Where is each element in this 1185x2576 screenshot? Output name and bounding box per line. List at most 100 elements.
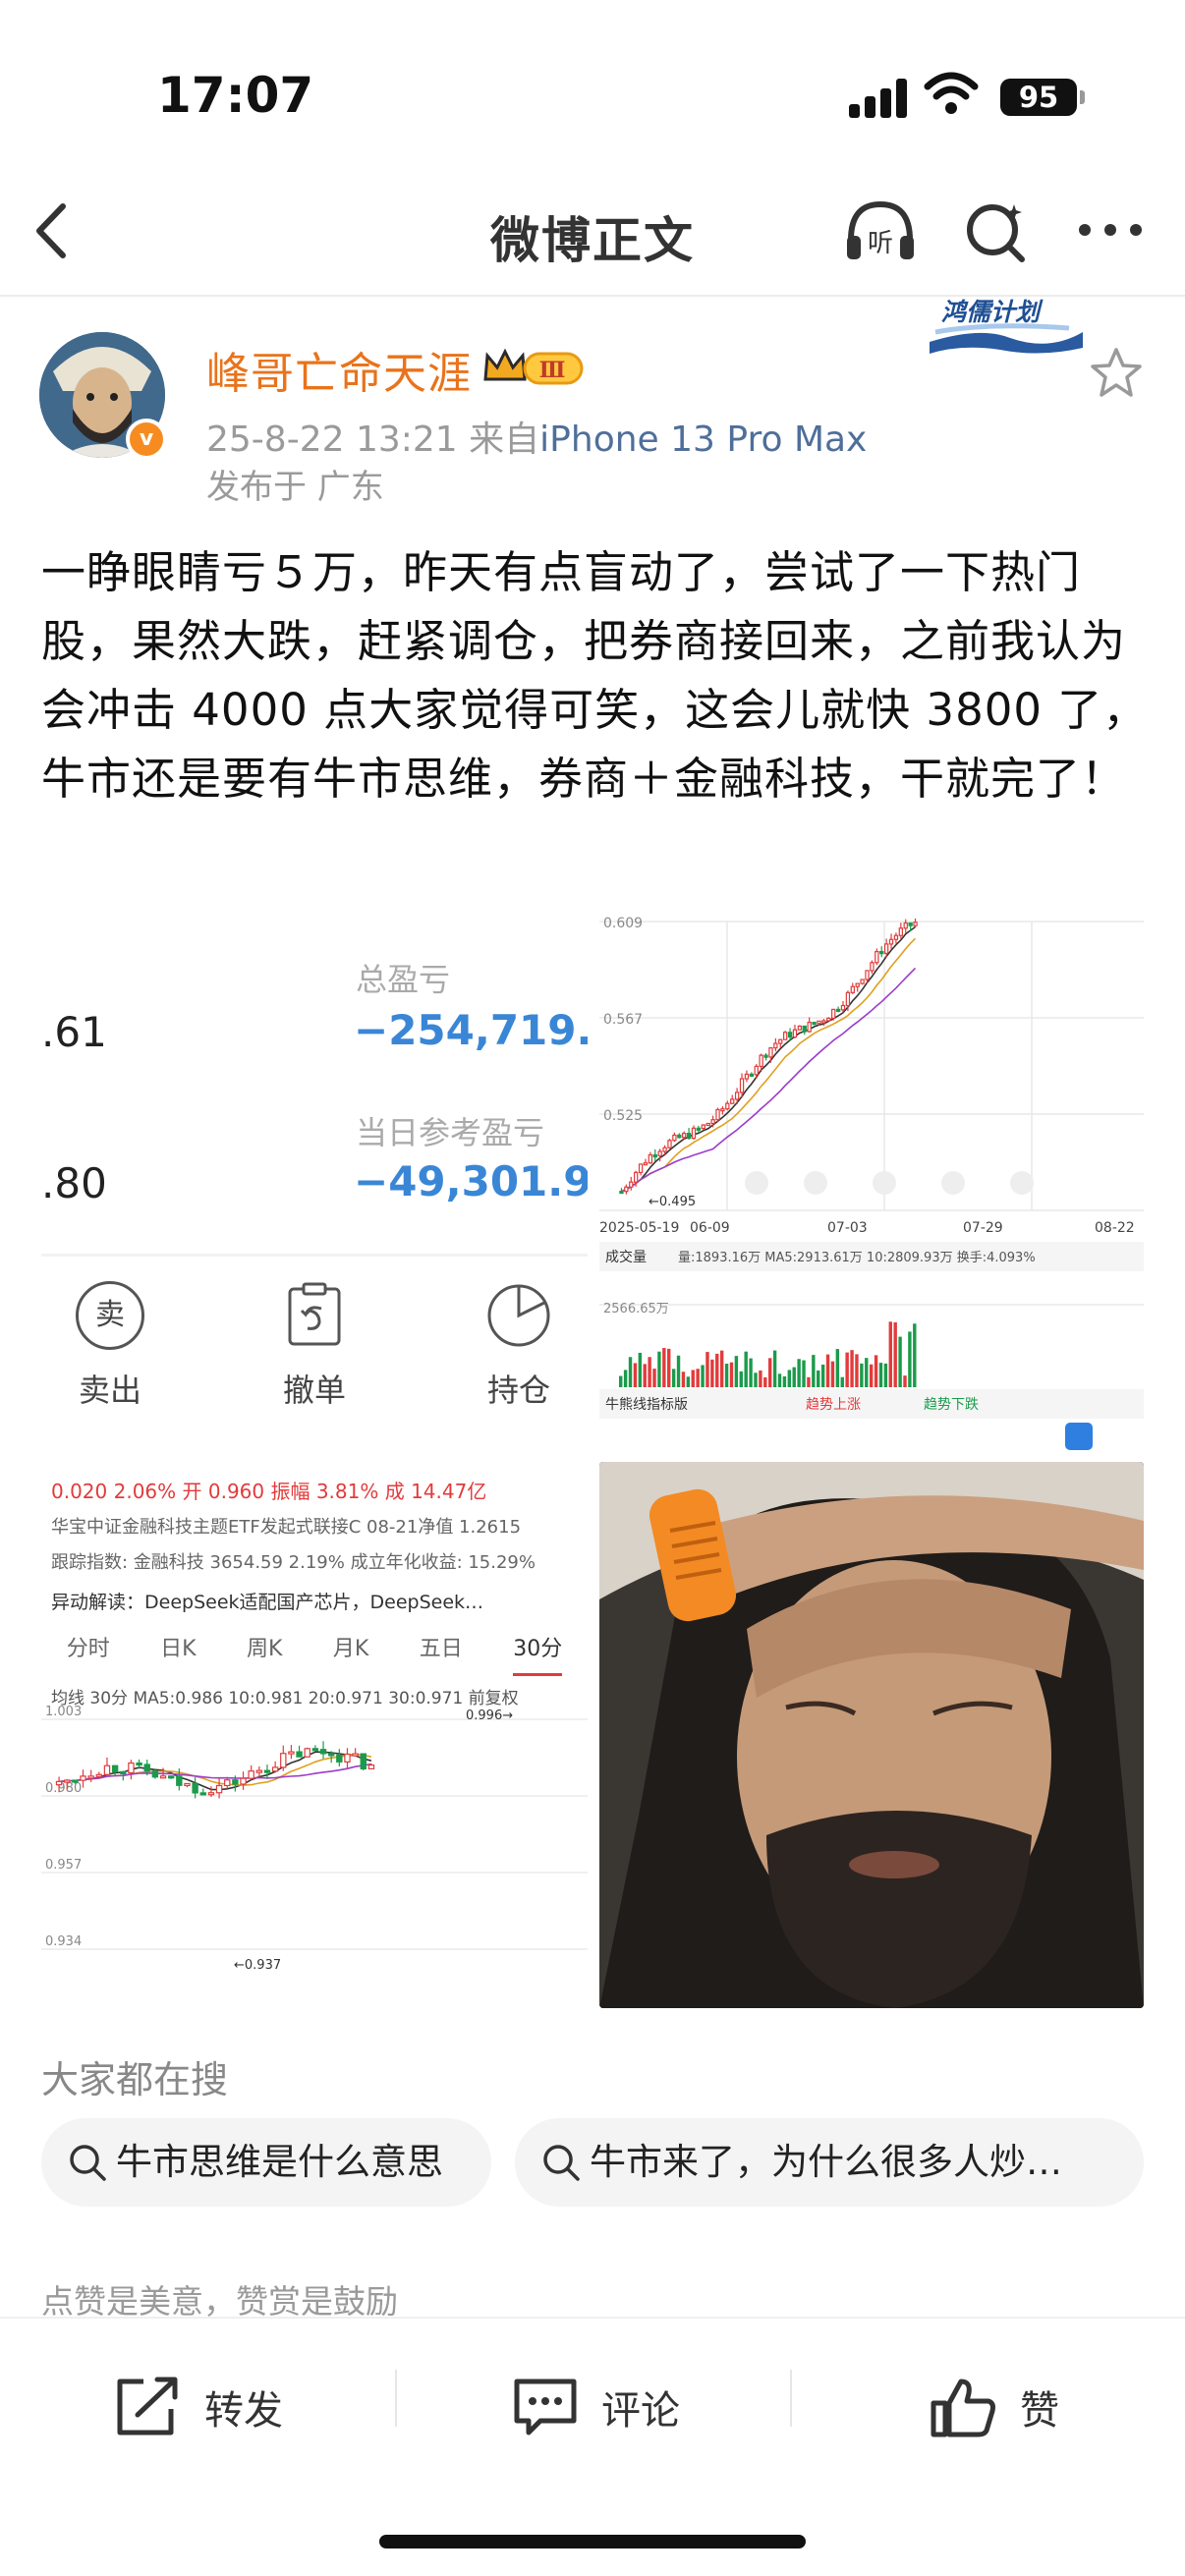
candle-body xyxy=(319,1749,327,1755)
search-icon[interactable] xyxy=(959,196,1038,265)
search-chip-2[interactable]: 牛市来了，为什么很多人炒… xyxy=(515,2118,1144,2207)
author-name[interactable]: 峰哥亡命天涯 xyxy=(206,338,472,401)
post-image-account-summary[interactable]: .61 总盈亏 −254,719.03 .80 当日参考盈亏 −49,301.9… xyxy=(41,908,588,1450)
volume-bar xyxy=(782,1375,787,1387)
volume-bar xyxy=(802,1360,806,1387)
candle-body xyxy=(782,1032,788,1040)
selfie-illustration xyxy=(599,1462,1144,2008)
comment-button[interactable]: 评论 xyxy=(511,2368,680,2446)
candle-body xyxy=(855,982,860,987)
candle-body xyxy=(715,1108,720,1121)
more-icon[interactable] xyxy=(1071,196,1150,265)
daily-pnl-value: −49,301.90 xyxy=(354,1157,588,1205)
volume-bar xyxy=(888,1321,892,1387)
candle-body xyxy=(128,1762,135,1774)
candle-body xyxy=(199,1792,206,1796)
candle-body xyxy=(662,1147,667,1152)
candle-body xyxy=(739,1078,745,1093)
favorite-star-icon[interactable] xyxy=(1089,346,1144,401)
search-chip-1[interactable]: 牛市思维是什么意思 xyxy=(41,2118,491,2207)
candle-body xyxy=(845,991,851,1007)
comment-icon xyxy=(514,2379,577,2436)
volume-bar xyxy=(772,1350,777,1387)
search-icon xyxy=(543,2145,580,2181)
candle-body xyxy=(652,1153,657,1158)
cancel-order-action[interactable]: 撤单 xyxy=(246,1281,383,1411)
price-tick-3: 0.525 xyxy=(603,1108,643,1124)
indicator-label: 牛熊线指标版 xyxy=(605,1397,688,1413)
candle-body xyxy=(875,950,879,964)
candle-body xyxy=(648,1153,653,1164)
volume-bar xyxy=(667,1348,671,1387)
battery-indicator: 95 xyxy=(1000,79,1085,116)
candle-body xyxy=(879,950,884,955)
candle-body xyxy=(103,1764,111,1775)
listen-icon[interactable]: 听 xyxy=(841,196,920,265)
volume-bar xyxy=(830,1361,835,1387)
volume-bar xyxy=(744,1351,748,1387)
like-note: 点赞是美意，赞赏是鼓励 xyxy=(41,2282,398,2321)
wifi-icon xyxy=(924,72,979,114)
candle-body xyxy=(327,1753,335,1757)
candle-body xyxy=(826,1017,831,1022)
sell-action[interactable]: 卖 卖出 xyxy=(41,1281,179,1411)
volume-bar xyxy=(817,1370,820,1387)
date-tick-5: 08-22 xyxy=(1095,1220,1135,1236)
repost-label: 转发 xyxy=(204,2388,283,2434)
post-location: 发布于 广东 xyxy=(206,468,384,507)
chart-controls[interactable] xyxy=(745,1171,1034,1195)
date-tick-3: 07-03 xyxy=(827,1220,868,1236)
candle-body xyxy=(812,1021,817,1026)
date-tick-1: 2025-05-19 xyxy=(599,1220,679,1236)
volume-bar xyxy=(812,1355,816,1387)
p3-price-tick-2: 0.980 xyxy=(45,1781,82,1796)
candle-body xyxy=(159,1775,167,1779)
comment-label: 评论 xyxy=(601,2388,680,2434)
p3-price-tick-4: 0.934 xyxy=(45,1934,82,1949)
post-image-fund-detail[interactable]: 0.020 2.06% 开 0.960 振幅 3.81% 成 14.47亿 华宝… xyxy=(41,1462,588,2008)
holdings-action[interactable]: 持仓 xyxy=(450,1281,588,1411)
source-device[interactable]: iPhone 13 Pro Max xyxy=(539,420,867,460)
status-time: 17:07 xyxy=(157,67,314,124)
volume-bar xyxy=(840,1376,844,1387)
volume-bar xyxy=(792,1367,796,1387)
action-divider xyxy=(790,2370,792,2427)
campaign-badge[interactable]: 鸿儒计划 xyxy=(922,293,1089,358)
like-button[interactable]: 赞 xyxy=(930,2368,1059,2446)
post-image-kline-chart[interactable]: 0.609 0.567 0.525 ←0.495 2025-05-19 06-0… xyxy=(599,908,1144,1450)
price-tick-1: 0.609 xyxy=(603,916,643,931)
post-text: 一睁眼睛亏５万，昨天有点盲动了，尝试了一下热门股，果然大跌，赶紧调仓，把券商接回… xyxy=(41,546,1149,805)
volume-bar xyxy=(734,1356,739,1387)
action-divider xyxy=(395,2370,397,2427)
candle-body xyxy=(883,943,889,954)
date-tick-4: 07-29 xyxy=(963,1220,1003,1236)
candle-body xyxy=(831,1008,836,1019)
candle-body xyxy=(344,1753,351,1763)
volume-bar xyxy=(701,1365,705,1387)
candle-body xyxy=(893,934,899,940)
volume-bar xyxy=(893,1321,897,1387)
candle-body xyxy=(763,1054,768,1058)
cancel-order-label: 撤单 xyxy=(282,1372,346,1409)
volume-bar xyxy=(787,1370,792,1387)
candle-body xyxy=(730,1098,735,1104)
volume-bar xyxy=(691,1370,695,1387)
candle-body xyxy=(619,1190,624,1195)
candle-body xyxy=(629,1181,634,1188)
candle-body xyxy=(143,1764,150,1772)
volume-bar xyxy=(686,1376,691,1387)
candle-body xyxy=(705,1122,710,1127)
volume-bar xyxy=(874,1355,878,1387)
volume-bar xyxy=(648,1357,651,1387)
vip-badge-icon[interactable]: Ⅲ xyxy=(481,346,592,391)
volume-bar xyxy=(820,1364,825,1387)
candle-body xyxy=(749,1073,755,1077)
volume-label: 成交量 xyxy=(605,1249,647,1265)
volume-bar xyxy=(705,1352,709,1387)
repost-button[interactable]: 转发 xyxy=(114,2368,283,2446)
candle-body xyxy=(773,1042,778,1049)
volume-bar xyxy=(754,1372,758,1387)
p3-price-tick-3: 0.957 xyxy=(45,1858,82,1873)
post-image-selfie[interactable] xyxy=(599,1462,1144,2008)
candle-body xyxy=(778,1038,783,1044)
